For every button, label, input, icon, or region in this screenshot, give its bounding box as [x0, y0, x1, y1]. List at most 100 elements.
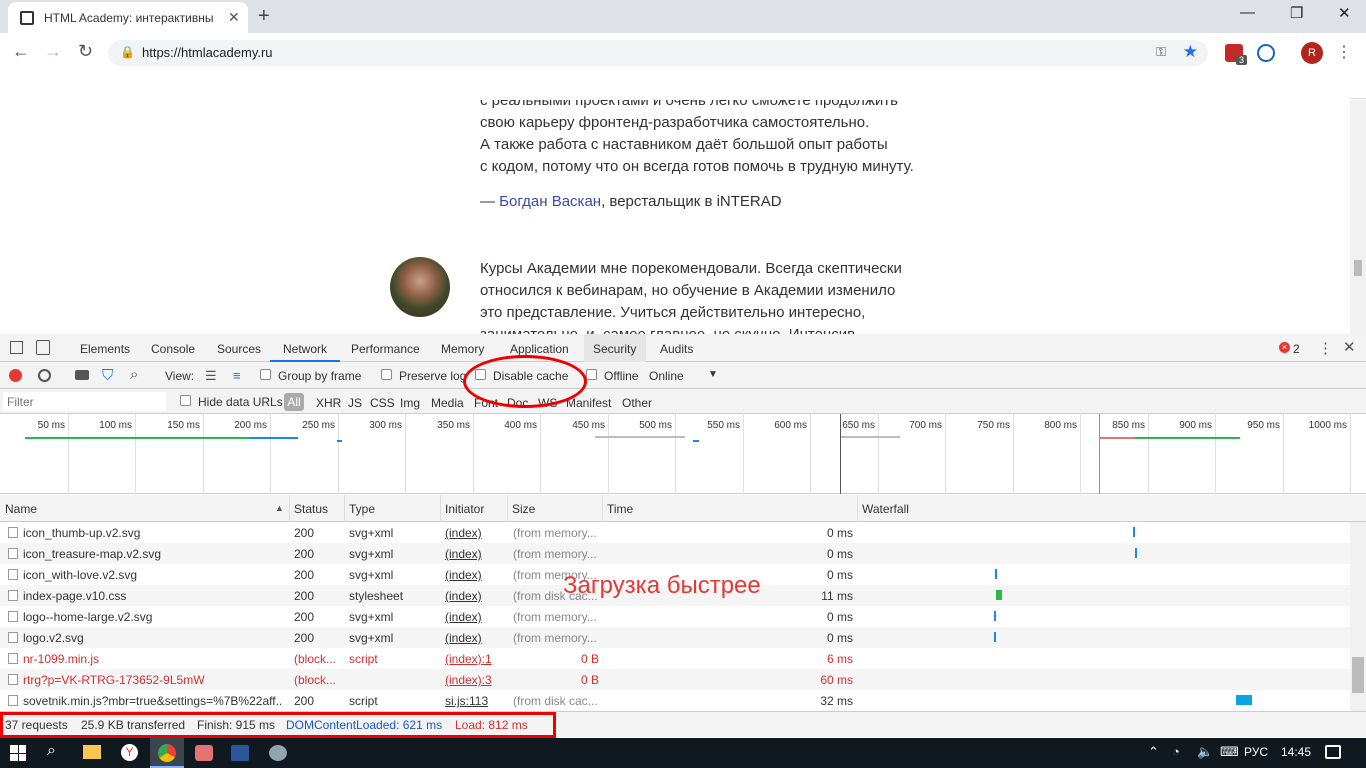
- devtools-close-icon[interactable]: ✕: [1343, 338, 1356, 356]
- column-type[interactable]: Type: [349, 502, 375, 516]
- cell-initiator[interactable]: (index): [445, 631, 505, 645]
- notifications-icon[interactable]: [1325, 745, 1341, 759]
- page-scrollbar-thumb[interactable]: [1354, 260, 1362, 276]
- column-size[interactable]: Size: [512, 502, 535, 516]
- chrome-icon[interactable]: [158, 744, 176, 762]
- tab-security[interactable]: Security: [593, 342, 636, 356]
- address-bar[interactable]: 🔒 https://htmlacademy.ru ⚿ ★: [108, 40, 1208, 66]
- extension-icon[interactable]: [1257, 44, 1275, 62]
- column-initiator[interactable]: Initiator: [445, 502, 484, 516]
- device-toolbar-icon[interactable]: [36, 340, 50, 355]
- filter-type-other[interactable]: Other: [622, 396, 652, 410]
- cell-initiator[interactable]: (index): [445, 526, 505, 540]
- throttling-select[interactable]: Online: [649, 369, 684, 383]
- tab-elements[interactable]: Elements: [80, 342, 130, 356]
- key-icon[interactable]: ⚿: [1156, 44, 1166, 60]
- minimize-button[interactable]: —: [1240, 4, 1255, 21]
- record-icon[interactable]: [9, 369, 22, 382]
- language-icon[interactable]: ⌨: [1220, 744, 1239, 760]
- filter-type-js[interactable]: JS: [348, 396, 362, 410]
- screenshot-camera-icon[interactable]: [75, 370, 89, 380]
- chevron-down-icon[interactable]: ▼: [708, 369, 718, 380]
- windows-start-icon[interactable]: [10, 745, 26, 761]
- page-scrollbar[interactable]: [1350, 100, 1366, 334]
- cell-initiator[interactable]: (index): [445, 568, 505, 582]
- column-time[interactable]: Time: [607, 502, 633, 516]
- column-name[interactable]: Name: [5, 502, 37, 516]
- reload-icon[interactable]: ↻: [78, 41, 93, 62]
- devtools-menu-icon[interactable]: ⋮: [1318, 339, 1333, 357]
- table-row[interactable]: logo.v2.svg 200 svg+xml (index) (from memory…: [0, 627, 1350, 648]
- avatar[interactable]: R: [1301, 42, 1323, 64]
- maximize-button[interactable]: ❐: [1290, 4, 1303, 22]
- cell-initiator[interactable]: (index): [445, 547, 505, 561]
- column-waterfall[interactable]: Waterfall: [862, 502, 909, 516]
- table-row[interactable]: nr-1099.min.js (block... script (index):1 0 …: [0, 648, 1350, 669]
- error-icon[interactable]: ×: [1279, 342, 1290, 353]
- close-window-button[interactable]: ✕: [1338, 4, 1351, 22]
- tab-console[interactable]: Console: [151, 342, 195, 356]
- back-icon[interactable]: ←: [12, 41, 30, 62]
- tab-application[interactable]: Application: [510, 342, 569, 356]
- cell-initiator[interactable]: (index):3: [445, 673, 505, 687]
- tab-close-icon[interactable]: ✕: [228, 9, 240, 26]
- tab-performance[interactable]: Performance: [351, 342, 420, 356]
- inspect-element-icon[interactable]: [10, 341, 23, 354]
- column-status[interactable]: Status: [294, 502, 328, 516]
- word-icon[interactable]: [231, 745, 249, 761]
- table-scrollbar[interactable]: [1350, 522, 1366, 711]
- app-icon[interactable]: [195, 745, 213, 761]
- error-count[interactable]: 2: [1293, 342, 1300, 356]
- checkbox-box[interactable]: [586, 369, 597, 380]
- filter-type-xhr[interactable]: XHR: [316, 396, 341, 410]
- table-row[interactable]: logo--home-large.v2.svg 200 svg+xml (index)…: [0, 606, 1350, 627]
- filter-type-media[interactable]: Media: [431, 396, 464, 410]
- cell-initiator[interactable]: (index): [445, 589, 505, 603]
- browser-tab[interactable]: HTML Academy: интерактивные ✕: [8, 2, 248, 33]
- table-row[interactable]: rtrg?p=VK-RTRG-173652-9L5mW (block... (ind…: [0, 669, 1350, 690]
- table-scrollbar-thumb[interactable]: [1352, 657, 1364, 693]
- filter-icon[interactable]: ⛉: [102, 367, 113, 384]
- table-row[interactable]: icon_thumb-up.v2.svg 200 svg+xml (index) (fr…: [0, 522, 1350, 543]
- clear-icon[interactable]: [38, 369, 51, 382]
- tab-sources[interactable]: Sources: [217, 342, 261, 356]
- checkbox-box[interactable]: [381, 369, 392, 380]
- filter-type-all[interactable]: All: [284, 393, 304, 411]
- clock[interactable]: 14:45: [1281, 745, 1311, 759]
- overview-gridline: [270, 414, 271, 494]
- large-rows-icon[interactable]: ☰: [205, 368, 217, 384]
- app-icon[interactable]: [269, 745, 287, 761]
- tab-network[interactable]: Network: [283, 342, 327, 356]
- filter-type-img[interactable]: Img: [400, 396, 420, 410]
- cell-initiator[interactable]: si.js:113: [445, 694, 505, 708]
- bookmark-star-icon[interactable]: ★: [1183, 42, 1198, 62]
- waterfall-view-icon[interactable]: ≡: [233, 368, 241, 383]
- cell-initiator[interactable]: (index):1: [445, 652, 505, 666]
- hide-data-urls-checkbox[interactable]: [180, 395, 191, 409]
- tab-memory[interactable]: Memory: [441, 342, 484, 356]
- tab-audits[interactable]: Audits: [660, 342, 693, 356]
- author-link[interactable]: Богдан Васкан: [499, 193, 601, 210]
- table-row[interactable]: icon_treasure-map.v2.svg 200 svg+xml (index…: [0, 543, 1350, 564]
- new-tab-button[interactable]: +: [258, 5, 270, 28]
- group-by-frame-checkbox[interactable]: [260, 369, 271, 383]
- file-icon: [8, 527, 18, 538]
- offline-checkbox[interactable]: [586, 369, 597, 383]
- filter-input[interactable]: [3, 392, 166, 411]
- forward-icon[interactable]: →: [44, 41, 62, 62]
- preserve-log-checkbox[interactable]: [381, 369, 392, 383]
- cell-initiator[interactable]: (index): [445, 610, 505, 624]
- filter-type-css[interactable]: CSS: [370, 396, 395, 410]
- volume-icon[interactable]: 🔈: [1197, 744, 1213, 760]
- file-explorer-icon[interactable]: [83, 745, 101, 759]
- menu-kebab-icon[interactable]: ⋮: [1336, 42, 1352, 62]
- yandex-browser-icon[interactable]: Y: [121, 744, 138, 761]
- search-icon[interactable]: ⌕: [47, 742, 56, 760]
- table-row[interactable]: sovetnik.min.js?mbr=true&settings=%7B%22…: [0, 690, 1350, 711]
- wifi-icon[interactable]: ◔: [1172, 744, 1180, 759]
- language-indicator[interactable]: РУС: [1244, 745, 1268, 759]
- checkbox-box[interactable]: [260, 369, 271, 380]
- checkbox-box[interactable]: [180, 395, 191, 406]
- search-icon[interactable]: ⌕: [130, 366, 138, 383]
- tray-up-icon[interactable]: ⌃: [1148, 744, 1159, 760]
